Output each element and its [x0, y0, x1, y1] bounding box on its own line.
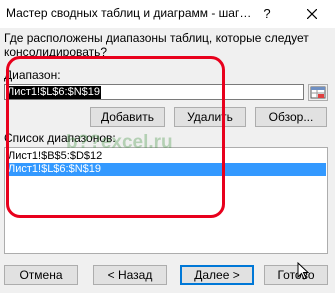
- cancel-button[interactable]: Отмена: [4, 265, 78, 285]
- browse-button[interactable]: Обзор...: [255, 107, 327, 127]
- range-select-icon: [310, 86, 326, 99]
- question-text: Где расположены диапазоны таблиц, которы…: [4, 31, 309, 59]
- highlight-frame: [6, 56, 225, 218]
- close-button[interactable]: [300, 3, 324, 25]
- help-button[interactable]: ?: [256, 3, 278, 25]
- collapse-dialog-button[interactable]: [308, 84, 328, 101]
- next-button[interactable]: Далее >: [180, 265, 254, 285]
- finish-button[interactable]: Готово: [264, 265, 328, 285]
- pivot-wizard-dialog: Мастер сводных таблиц и диаграмм - шаг… …: [0, 0, 335, 293]
- close-icon: [307, 9, 317, 19]
- window-title: Мастер сводных таблиц и диаграмм - шаг…: [6, 6, 252, 20]
- back-button[interactable]: < Назад: [93, 265, 167, 285]
- mouse-cursor-icon: [297, 262, 309, 280]
- title-bar: Мастер сводных таблиц и диаграмм - шаг… …: [0, 0, 335, 28]
